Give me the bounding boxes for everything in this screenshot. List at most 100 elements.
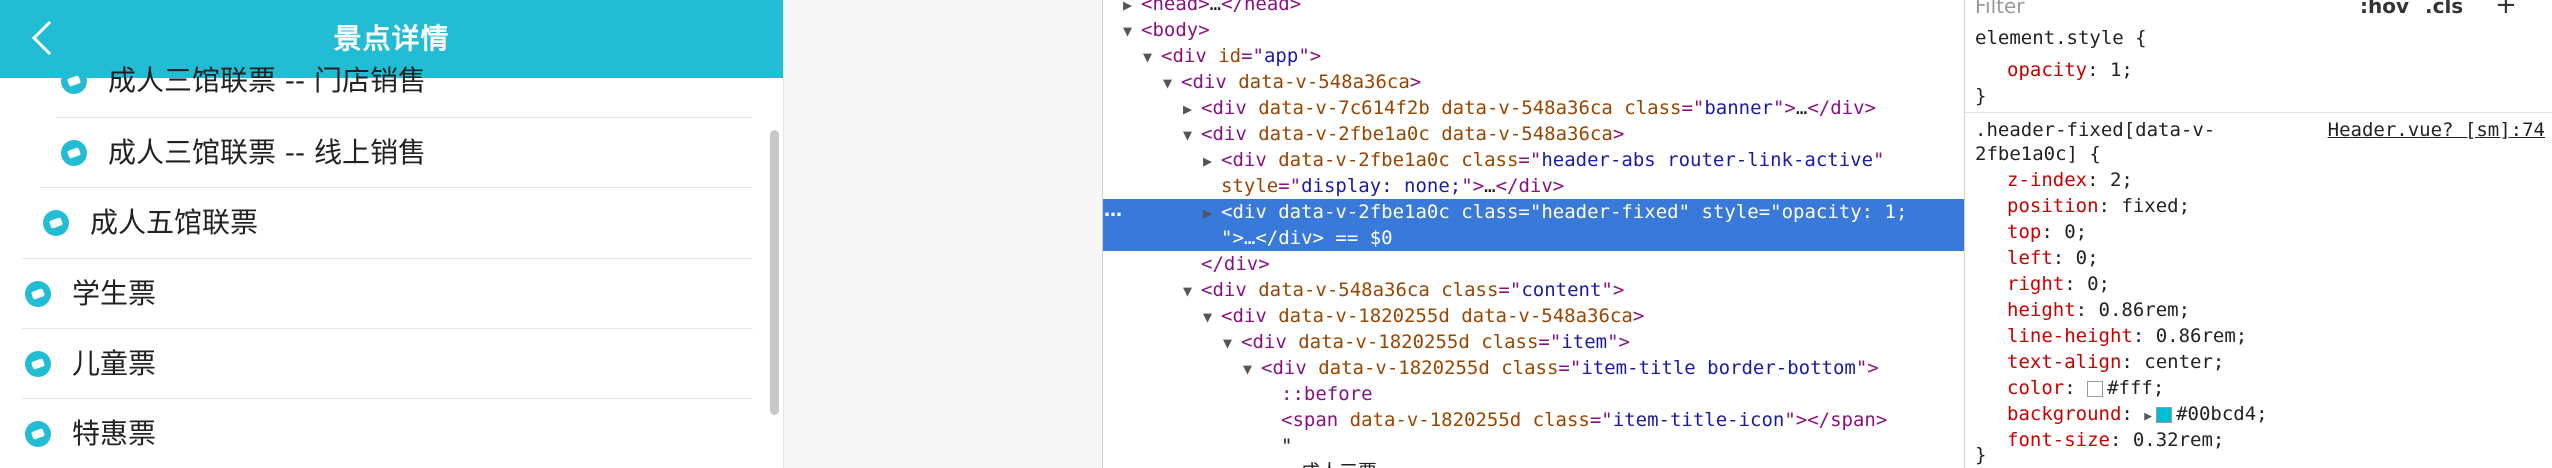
dom-node[interactable]: ▶ <div data-v-2fbe1a0c class="header-abs …: [1103, 147, 1965, 173]
dom-node[interactable]: ▼ <div data-v-548a36ca>: [1103, 69, 1965, 95]
collapse-triangle-icon[interactable]: ▼: [1203, 304, 1221, 330]
scrollbar[interactable]: [770, 130, 779, 415]
ticket-item[interactable]: 特惠票: [24, 399, 156, 468]
ticket-item[interactable]: 学生票: [24, 259, 156, 329]
dom-node[interactable]: ▼ <body>: [1103, 17, 1965, 43]
hov-toggle[interactable]: :hov: [2360, 0, 2409, 18]
dom-token: data-v-548a36ca class: [1258, 279, 1499, 301]
rule-selector[interactable]: .header-fixed[data-v-: [1975, 117, 2215, 143]
ticket-label: 成人三馆联票 -- 线上销售: [108, 136, 427, 169]
css-declaration[interactable]: color: #fff;: [2007, 375, 2164, 401]
dom-token: =": [1241, 45, 1264, 67]
dom-token: display: none;: [1301, 175, 1462, 197]
dom-token: =": [1538, 331, 1562, 353]
dom-token: =": [1589, 409, 1613, 431]
css-property: line-height: [2007, 325, 2133, 347]
expand-triangle-icon[interactable]: ▶: [1123, 0, 1141, 18]
page-background: [784, 0, 1102, 468]
ticket-label: 成人五馆联票: [90, 206, 259, 239]
dom-token: style: [1221, 175, 1279, 197]
dom-token: </div>: [1255, 227, 1324, 249]
dom-node[interactable]: style="display: none;">…</div>: [1103, 173, 1965, 199]
css-declaration[interactable]: opacity: 1;: [2007, 57, 2133, 83]
css-property: text-align: [2007, 351, 2122, 373]
dom-token: <div: [1261, 357, 1319, 379]
dom-node[interactable]: ▼ <div data-v-1820255d class="item">: [1103, 329, 1965, 355]
dom-token: </head>: [1221, 0, 1302, 15]
dom-node[interactable]: ::before: [1103, 381, 1965, 407]
dom-token: </div>: [1201, 253, 1270, 275]
dom-token: <span: [1281, 409, 1350, 431]
expand-triangle-icon[interactable]: ▶: [1183, 96, 1201, 122]
ticket-label: 特惠票: [72, 417, 157, 450]
dom-node-selected[interactable]: ">…</div> == $0: [1103, 225, 1965, 251]
dom-token: style: [1701, 201, 1759, 223]
dom-node[interactable]: <span data-v-1820255d class="item-title-…: [1103, 407, 1965, 433]
ticket-item[interactable]: 成人三馆联票 -- 线上销售: [60, 118, 426, 188]
dom-node[interactable]: ▼ <div data-v-548a36ca class="content">: [1103, 277, 1965, 303]
ticket-item[interactable]: 成人三馆联票 -- 门店销售: [60, 46, 426, 116]
filter-input[interactable]: Filter: [1975, 0, 2025, 18]
elements-panel: ▶ <head>…</head> ▼ <body> ▼ <div id="app"> ▼ <d…: [1102, 0, 1965, 468]
dom-node[interactable]: ▶ <div data-v-7c614f2b data-v-548a36ca cl…: [1103, 95, 1965, 121]
dom-token: data-v-1820255d class: [1318, 357, 1559, 379]
css-declaration[interactable]: line-height: 0.86rem;: [2007, 323, 2247, 349]
css-value: 0.86rem;: [2155, 325, 2248, 347]
rule-source-link[interactable]: Header.vue? [sm]:74: [2328, 117, 2545, 143]
dom-token: header-abs router-link-active: [1541, 149, 1874, 171]
dom-node[interactable]: ▶ <head>…</head>: [1103, 0, 1965, 17]
expand-triangle-icon[interactable]: ▶: [2144, 409, 2152, 424]
css-declaration[interactable]: text-align: center;: [2007, 349, 2224, 375]
css-value: #fff;: [2107, 377, 2165, 399]
dom-token: ::before: [1281, 383, 1373, 405]
dom-token: data-v-2fbe1a0c data-v-548a36ca: [1258, 123, 1613, 145]
dom-node[interactable]: 成人三票: [1103, 459, 1965, 468]
collapse-triangle-icon[interactable]: ▼: [1223, 330, 1241, 356]
collapse-triangle-icon[interactable]: ▼: [1243, 356, 1261, 382]
dom-node[interactable]: </div>: [1103, 251, 1965, 277]
dom-token: app: [1263, 45, 1299, 67]
more-options-icon[interactable]: …: [1104, 200, 1124, 221]
css-property: height: [2007, 299, 2076, 321]
dom-token: data-v-1820255d class: [1298, 331, 1539, 353]
ticket-item[interactable]: 成人五馆联票: [42, 188, 258, 258]
css-declaration[interactable]: font-size: 0.32rem;: [2007, 427, 2224, 453]
dom-token: <div: [1221, 305, 1279, 327]
css-declaration[interactable]: position: fixed;: [2007, 193, 2190, 219]
expand-triangle-icon[interactable]: ▶: [1203, 200, 1221, 226]
css-declaration[interactable]: height: 0.86rem;: [2007, 297, 2190, 323]
dom-token: <div: [1221, 149, 1279, 171]
app-preview: 景点详情 成人三馆联票 -- 门店销售 成人三馆联票 -- 线上销售 成人五馆联…: [0, 0, 784, 468]
css-declaration[interactable]: z-index: 2;: [2007, 167, 2133, 193]
cls-toggle[interactable]: .cls: [2425, 0, 2463, 18]
color-swatch-icon[interactable]: [2087, 380, 2104, 397]
collapse-triangle-icon[interactable]: ▼: [1123, 18, 1141, 44]
collapse-triangle-icon[interactable]: ▼: [1183, 122, 1201, 148]
dom-node[interactable]: ▼ <div data-v-1820255d data-v-548a36ca>: [1103, 303, 1965, 329]
css-declaration[interactable]: top: 0;: [2007, 219, 2087, 245]
dom-node[interactable]: ▼ <div data-v-2fbe1a0c data-v-548a36ca>: [1103, 121, 1965, 147]
dom-node-selected[interactable]: ▶ <div data-v-2fbe1a0c class="header-fixe…: [1103, 199, 1965, 225]
dom-token: >: [1612, 123, 1625, 145]
dom-node[interactable]: ▼ <div id="app">: [1103, 43, 1965, 69]
dom-token: data-v-548a36ca: [1238, 71, 1410, 93]
css-declaration[interactable]: right: 0;: [2007, 271, 2110, 297]
expand-triangle-icon[interactable]: ▶: [1203, 148, 1221, 174]
element-style-selector[interactable]: element.style {: [1975, 25, 2147, 51]
color-swatch-icon[interactable]: [2156, 406, 2173, 423]
dom-token: banner: [1704, 97, 1773, 119]
dom-node[interactable]: ": [1103, 433, 1965, 459]
ticket-item[interactable]: 儿童票: [24, 329, 156, 399]
css-declaration[interactable]: left: 0;: [2007, 245, 2099, 271]
collapse-triangle-icon[interactable]: ▼: [1163, 70, 1181, 96]
ticket-icon: [43, 210, 69, 236]
dom-node[interactable]: ▼ <div data-v-1820255d class="item-title …: [1103, 355, 1965, 381]
collapse-triangle-icon[interactable]: ▼: [1143, 44, 1161, 70]
rule-selector-cont[interactable]: 2fbe1a0c] {: [1975, 141, 2101, 167]
dom-token: =": [1681, 97, 1705, 119]
dom-token: data-v-2fbe1a0c class: [1278, 149, 1519, 171]
dom-token: header-fixed: [1541, 201, 1679, 223]
add-rule-icon[interactable]: +: [2495, 0, 2517, 20]
css-declaration[interactable]: background: ▶ #00bcd4;: [2007, 401, 2268, 427]
collapse-triangle-icon[interactable]: ▼: [1183, 278, 1201, 304]
